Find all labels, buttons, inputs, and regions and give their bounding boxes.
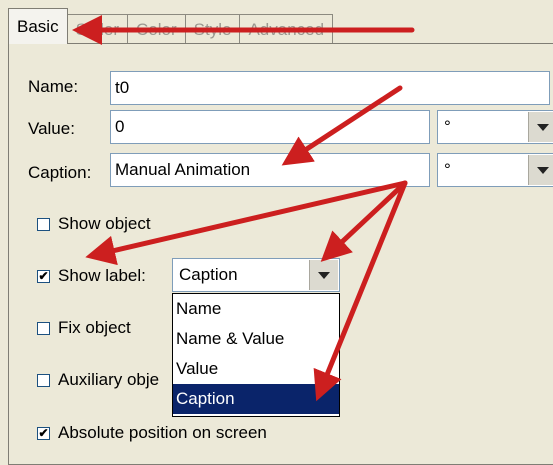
caption-value: Manual Animation [115,160,251,179]
tab-basic[interactable]: Basic [8,8,68,44]
chevron-down-icon[interactable] [309,260,338,290]
chevron-down-icon[interactable] [528,155,553,185]
show-object-checkbox[interactable] [37,218,50,231]
tab-advanced[interactable]: Advanced [239,14,334,44]
option-caption[interactable]: Caption [173,384,339,414]
tab-bar: Basic Slider Color Style Advanced [8,8,334,44]
value-label: Value: [28,119,75,138]
show-label-select[interactable]: Caption [172,258,340,292]
fix-object-checkbox[interactable] [37,322,50,335]
name-value: t0 [115,78,130,97]
option-value[interactable]: Value [173,354,339,384]
tab-slider[interactable]: Slider [66,14,129,44]
chevron-down-icon[interactable] [528,112,553,142]
caption-unit-select[interactable]: ° [437,153,553,187]
absolute-position-checkbox[interactable]: ✔ [37,427,50,440]
fix-object-label: Fix object [58,318,131,337]
absolute-position-label: Absolute position on screen [58,423,267,442]
value-unit-select[interactable]: ° [437,110,553,144]
auxiliary-object-label: Auxiliary obje [58,370,160,389]
show-label-selected: Caption [179,265,238,284]
tab-color[interactable]: Color [127,14,186,44]
show-label-checkbox[interactable]: ✔ [37,270,50,283]
value-field[interactable]: 0 [110,110,430,144]
tab-style[interactable]: Style [184,14,241,44]
show-label-dropdown-list: Name Name & Value Value Caption [172,293,340,417]
value-value: 0 [115,117,125,136]
caption-label: Caption: [28,163,92,182]
name-label: Name: [28,77,79,96]
show-object-label: Show object [58,214,151,233]
value-unit-label: ° [444,117,451,136]
caption-unit-label: ° [444,160,451,179]
name-field[interactable]: t0 [110,71,550,105]
caption-field[interactable]: Manual Animation [110,153,430,187]
auxiliary-object-checkbox[interactable] [37,374,50,387]
option-name-and-value[interactable]: Name & Value [173,324,339,354]
show-label-label: Show label: [58,266,146,285]
option-name[interactable]: Name [173,294,339,324]
